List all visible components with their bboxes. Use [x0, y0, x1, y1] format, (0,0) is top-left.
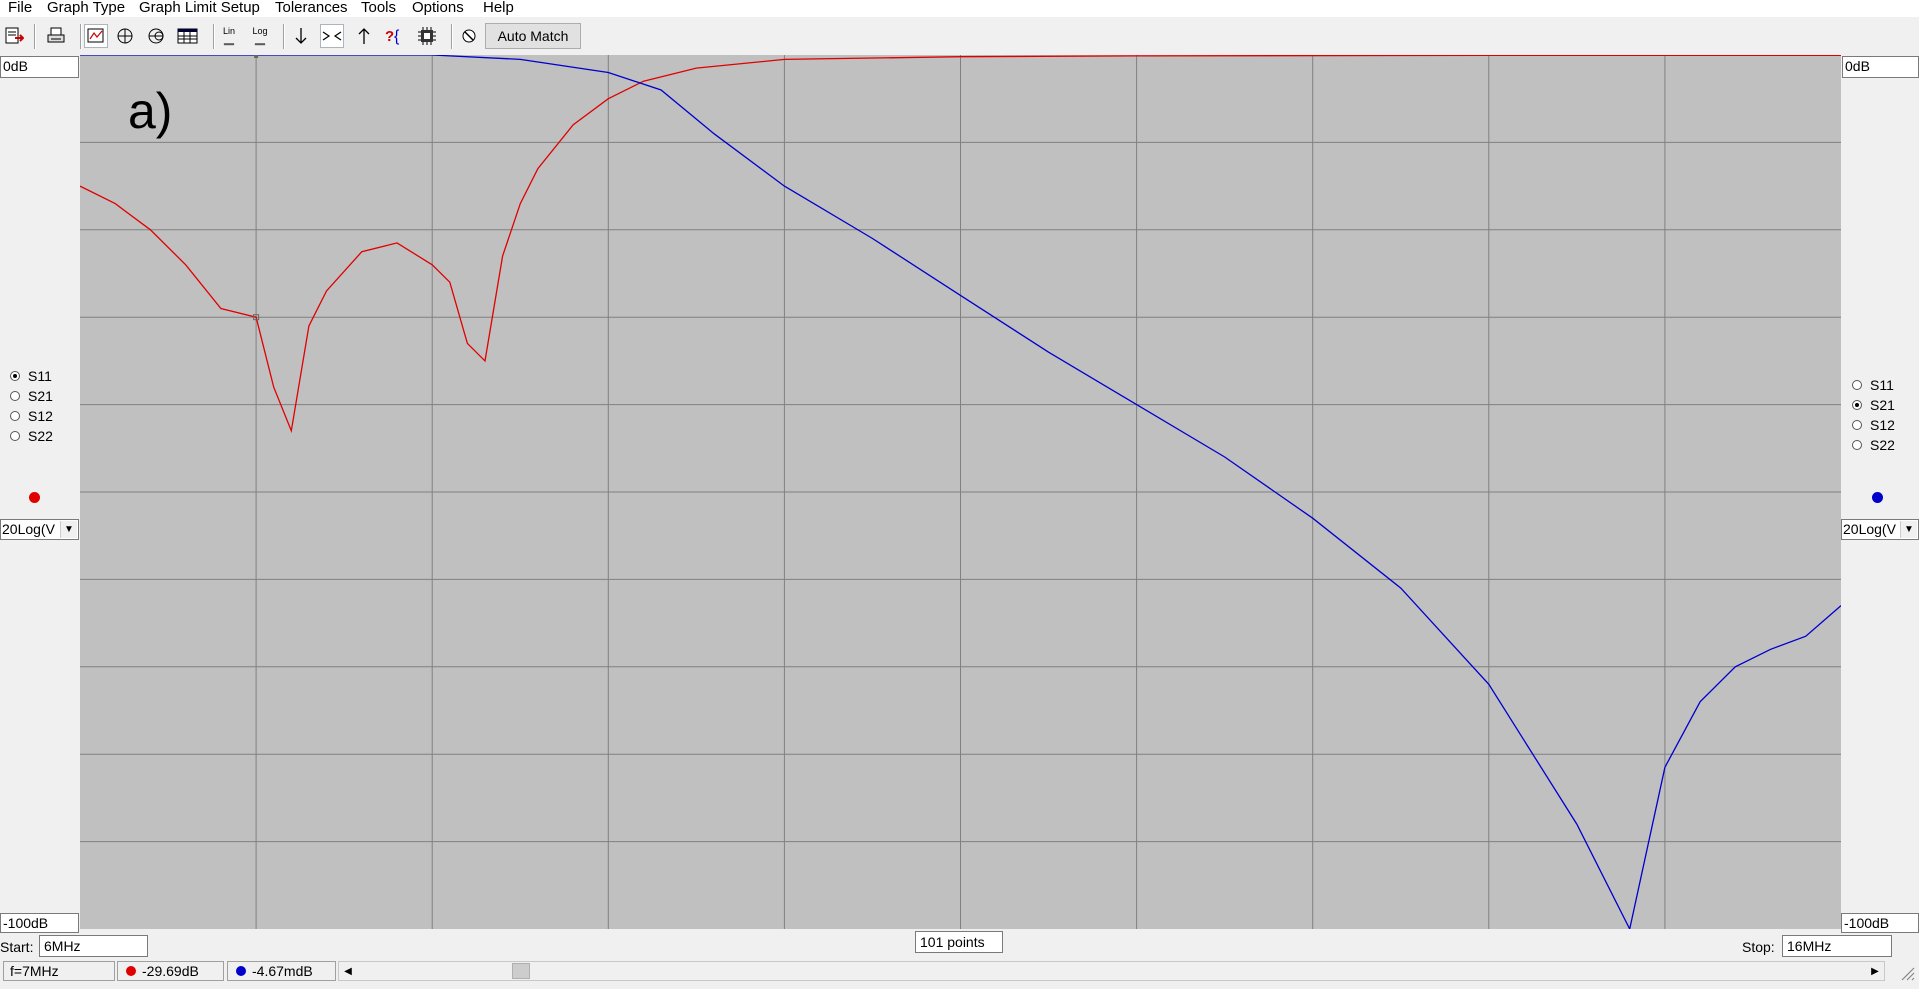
toolbar: Lin ‗‗ Log ‗‗ ?{ Auto Match	[0, 19, 1919, 55]
scrollbar-thumb[interactable]	[512, 963, 530, 979]
right-ymin-label: -100dB	[1841, 913, 1919, 933]
table-icon[interactable]	[176, 24, 200, 48]
log-scale-icon[interactable]: Log ‗‗	[248, 24, 272, 48]
radio-indicator	[10, 391, 20, 401]
radio-label: S22	[1870, 437, 1895, 453]
start-label: Start:	[0, 939, 34, 955]
radio-indicator	[1852, 380, 1862, 390]
radio-label: S21	[28, 388, 53, 404]
radio-label: S12	[28, 408, 53, 424]
right-radio-s22[interactable]: S22	[1842, 436, 1895, 454]
status-s21-value: -4.67mdB	[227, 961, 336, 981]
s21-value-text: -4.67mdB	[252, 963, 313, 979]
status-frequency: f=7MHz	[3, 961, 115, 981]
menu-tools[interactable]: Tools	[361, 0, 396, 17]
status-s11-value: -29.69dB	[117, 961, 224, 981]
smith-chart-icon[interactable]	[144, 24, 168, 48]
linear-scale-icon[interactable]: Lin ‗‗	[217, 24, 241, 48]
frequency-scrollbar[interactable]: ◀ ▶	[338, 961, 1885, 981]
left-ymin-label: -100dB	[0, 913, 79, 933]
cursor-top-marker[interactable]	[254, 55, 259, 58]
resize-grip-icon[interactable]	[1898, 964, 1916, 982]
left-format-select[interactable]: 20Log(V ▼	[0, 519, 79, 540]
help-bracket-icon[interactable]: ?{	[384, 24, 408, 48]
radio-indicator	[10, 411, 20, 421]
chevron-down-icon[interactable]: ▼	[60, 521, 77, 538]
scroll-left-icon[interactable]: ◀	[340, 963, 356, 979]
right-param-selector: S11 S21 S12 S22	[1842, 376, 1919, 474]
stop-frequency-input[interactable]: 16MHz	[1782, 935, 1892, 957]
toolbar-separator	[451, 24, 453, 49]
left-format-value: 20Log(V	[2, 521, 55, 537]
radio-label: S22	[28, 428, 53, 444]
figure-annotation: a)	[128, 83, 173, 139]
left-radio-s22[interactable]: S22	[0, 427, 53, 445]
menu-graph-limit-setup[interactable]: Graph Limit Setup	[139, 0, 260, 17]
start-frequency-input[interactable]: 6MHz	[39, 935, 148, 957]
radio-label: S12	[1870, 417, 1895, 433]
right-format-value: 20Log(V	[1843, 521, 1896, 537]
left-ymax-label: 0dB	[0, 56, 79, 78]
svg-text:?: ?	[385, 28, 394, 45]
log-label: Log	[252, 26, 268, 36]
menu-file[interactable]: File	[8, 0, 32, 17]
radio-indicator	[1852, 400, 1862, 410]
s11-value-text: -29.69dB	[142, 963, 199, 979]
right-radio-s12[interactable]: S12	[1842, 416, 1895, 434]
radio-label: S11	[28, 368, 52, 384]
radio-indicator	[1852, 440, 1862, 450]
menu-tolerances[interactable]: Tolerances	[275, 0, 348, 17]
right-ymax-label: 0dB	[1842, 56, 1919, 78]
zoom-in-icon[interactable]	[320, 24, 344, 48]
menu-graph-type[interactable]: Graph Type	[47, 0, 125, 17]
auto-match-button[interactable]: Auto Match	[485, 23, 581, 49]
points-count-input[interactable]: 101 points	[915, 931, 1003, 953]
print-icon[interactable]	[44, 24, 68, 48]
radio-label: S21	[1870, 397, 1895, 413]
radio-label: S11	[1870, 377, 1894, 393]
toolbar-separator	[34, 24, 36, 49]
right-trace-color-dot	[1872, 492, 1883, 503]
menu-options[interactable]: Options	[412, 0, 464, 17]
right-radio-s11[interactable]: S11	[1842, 376, 1894, 394]
left-trace-color-dot	[29, 492, 40, 503]
plot-area[interactable]: a)	[80, 55, 1841, 929]
radio-indicator	[1852, 420, 1862, 430]
left-radio-s11[interactable]: S11	[0, 367, 52, 385]
polar-graph-icon[interactable]	[113, 24, 137, 48]
left-param-selector: S11 S21 S12 S22	[0, 367, 80, 465]
lin-label: Lin	[222, 26, 235, 36]
svg-text:{: {	[394, 28, 400, 45]
right-radio-s21[interactable]: S21	[1842, 396, 1895, 414]
tune-icon[interactable]	[457, 24, 481, 48]
arrow-down-icon[interactable]	[289, 24, 313, 48]
right-format-select[interactable]: 20Log(V ▼	[1841, 519, 1919, 540]
arrow-up-icon[interactable]	[352, 24, 376, 48]
toolbar-separator	[283, 24, 285, 49]
menu-help[interactable]: Help	[483, 0, 514, 17]
s11-color-dot	[126, 966, 136, 976]
menu-bar: File Graph Type Graph Limit Setup Tolera…	[0, 0, 1919, 17]
chevron-down-icon[interactable]: ▼	[1900, 521, 1917, 538]
radio-indicator	[10, 371, 20, 381]
s-parameter-chart	[80, 55, 1841, 929]
circuit-icon[interactable]	[415, 24, 439, 48]
exit-icon[interactable]	[2, 24, 26, 48]
s21-color-dot	[236, 966, 246, 976]
stop-label: Stop:	[1742, 939, 1775, 955]
scroll-right-icon[interactable]: ▶	[1867, 963, 1883, 979]
rectangular-graph-icon[interactable]	[84, 24, 108, 48]
toolbar-separator	[213, 24, 215, 49]
left-radio-s21[interactable]: S21	[0, 387, 53, 405]
radio-indicator	[10, 431, 20, 441]
left-radio-s12[interactable]: S12	[0, 407, 53, 425]
toolbar-separator	[80, 24, 82, 49]
